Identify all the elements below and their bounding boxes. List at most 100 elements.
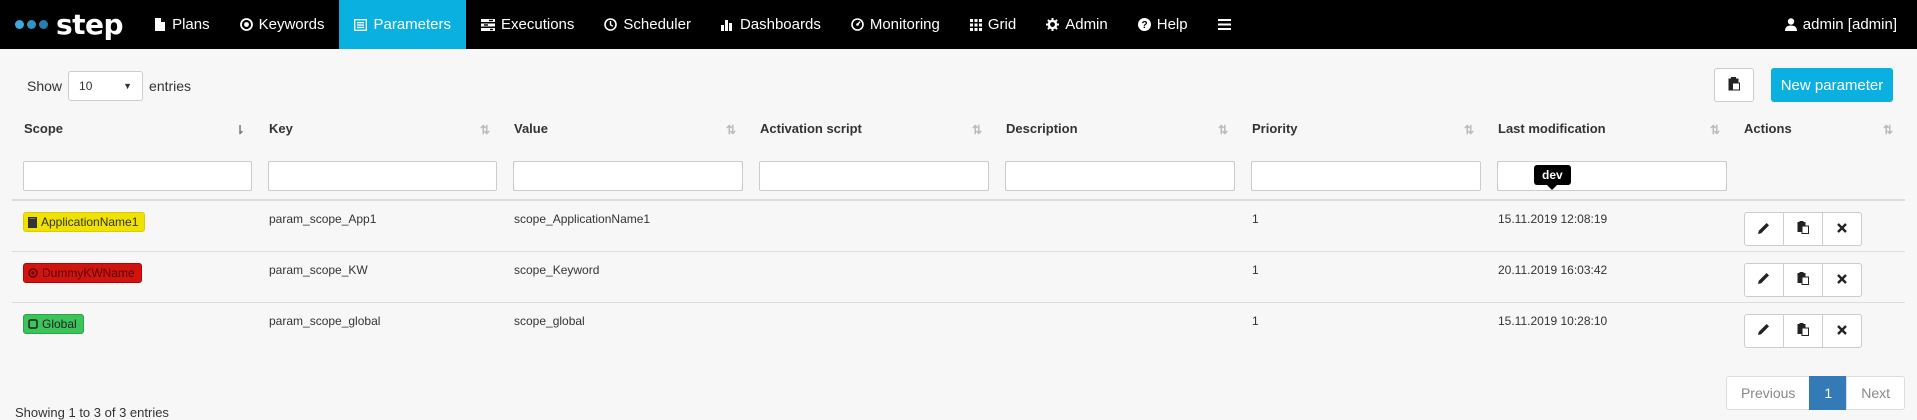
filter-scope-input[interactable] [23, 161, 252, 191]
sort-icon: ⇅ [1709, 123, 1720, 137]
square-icon [28, 318, 38, 329]
scope-badge: DummyKWName [23, 262, 142, 283]
previous-page-button[interactable]: Previous [1725, 376, 1811, 410]
sort-icon: ⇅ [971, 123, 982, 137]
user-name: admin [admin] [1802, 16, 1897, 33]
nav-grid-label: Grid [987, 16, 1017, 33]
bar-chart-icon [720, 19, 734, 31]
edit-button[interactable] [1744, 262, 1784, 297]
nav-admin[interactable]: Admin [1031, 0, 1123, 49]
param-description [994, 301, 1240, 353]
table-controls: Show 10 ▼ entries New parameter [12, 49, 1905, 121]
paste-button[interactable] [1714, 68, 1754, 102]
top-navbar: step Plans Keywords Parameters Execution… [0, 0, 1917, 49]
list-alt-icon [354, 18, 368, 31]
filter-value-input[interactable] [513, 161, 743, 191]
filter-priority-input[interactable] [1251, 161, 1481, 191]
nav-keywords[interactable]: Keywords [225, 0, 340, 49]
menu-icon[interactable] [1203, 0, 1246, 49]
nav-help[interactable]: ? Help [1123, 0, 1203, 49]
filter-key-input[interactable] [268, 161, 497, 191]
col-value-label: Value [514, 121, 548, 136]
nav-plans-label: Plans [172, 16, 210, 33]
scope-label: DummyKWName [42, 265, 135, 280]
sort-icon: ⇅ [1882, 123, 1893, 137]
param-value: scope_ApplicationName1 [502, 199, 748, 251]
nav-grid[interactable]: Grid [955, 0, 1031, 49]
col-description-header[interactable]: Description ⇅ [994, 121, 1240, 145]
main-content: Show 10 ▼ entries New parameter Scope ⇂ K… [0, 49, 1917, 420]
param-activation-script [748, 250, 994, 302]
nav-executions[interactable]: Executions [466, 0, 589, 49]
svg-text:?: ? [1141, 20, 1147, 31]
copy-icon [1797, 271, 1809, 288]
next-page-button[interactable]: Next [1846, 376, 1905, 410]
question-circle-icon: ? [1137, 18, 1151, 31]
table-row: ApplicationName1 param_scope_App1 scope_… [12, 199, 1905, 251]
brand-dots-icon [15, 20, 51, 29]
nav-plans[interactable]: Plans [139, 0, 225, 49]
sort-icon: ⇅ [1463, 123, 1474, 137]
new-parameter-button[interactable]: New parameter [1771, 68, 1893, 102]
show-label: Show [27, 78, 63, 94]
param-key: param_scope_global [257, 301, 502, 353]
param-description [994, 250, 1240, 302]
param-priority: 1 [1240, 250, 1486, 302]
copy-button[interactable] [1783, 212, 1823, 246]
col-activation-header[interactable]: Activation script ⇅ [748, 121, 994, 145]
copy-button[interactable] [1783, 313, 1823, 348]
nav-scheduler[interactable]: Scheduler [589, 0, 706, 49]
col-key-label: Key [269, 121, 293, 136]
col-lastmod-header[interactable]: Last modification ⇅ [1486, 121, 1732, 145]
edit-button[interactable] [1744, 212, 1784, 246]
user-menu[interactable]: admin [admin] [1770, 0, 1917, 49]
filter-row [12, 145, 1905, 200]
page-size-value: 10 [79, 79, 93, 93]
page-size-select[interactable]: 10 ▼ [68, 71, 144, 101]
delete-button[interactable] [1822, 212, 1862, 246]
caret-down-icon: ▼ [123, 81, 133, 91]
param-value: scope_Keyword [502, 250, 748, 302]
col-actions-header[interactable]: Actions ⇅ [1732, 121, 1905, 145]
row-actions [1744, 212, 1895, 246]
col-priority-header[interactable]: Priority ⇅ [1240, 121, 1486, 145]
copy-icon [1797, 322, 1809, 339]
delete-button[interactable] [1822, 262, 1862, 297]
header-row: Scope ⇂ Key ⇅ Value ⇅ Activation script ⇅ De… [12, 121, 1905, 145]
brand-logo[interactable]: step [0, 0, 139, 49]
col-scope-header[interactable]: Scope ⇂ [12, 121, 257, 145]
param-key: param_scope_App1 [257, 199, 502, 251]
param-last-modification: 15.11.2019 10:28:10 [1486, 301, 1732, 353]
nav-admin-label: Admin [1065, 16, 1108, 33]
nav-dashboards[interactable]: Dashboards [706, 0, 836, 49]
filter-description-input[interactable] [1005, 161, 1235, 191]
nav-keywords-label: Keywords [258, 16, 325, 33]
pencil-icon [1758, 272, 1770, 287]
sort-icon: ⇅ [479, 123, 490, 137]
col-activation-label: Activation script [760, 121, 862, 136]
col-key-header[interactable]: Key ⇅ [257, 121, 502, 145]
copy-button[interactable] [1783, 262, 1823, 297]
param-activation-script [748, 199, 994, 251]
sort-icon: ⇅ [1217, 123, 1228, 137]
dot-circle-icon [28, 267, 38, 278]
scope-label: Global [42, 316, 77, 331]
delete-button[interactable] [1822, 313, 1862, 348]
col-value-header[interactable]: Value ⇅ [502, 121, 748, 145]
edit-button[interactable] [1744, 313, 1784, 348]
row-actions [1744, 313, 1895, 348]
nav-parameters[interactable]: Parameters [339, 0, 467, 49]
close-icon [1837, 324, 1847, 338]
close-icon [1837, 273, 1847, 287]
filter-lastmod-input[interactable] [1497, 161, 1727, 191]
nav-dashboards-label: Dashboards [739, 16, 821, 33]
gear-icon [1046, 18, 1060, 31]
scope-badge: ApplicationName1 [23, 212, 146, 232]
nav-monitoring[interactable]: Monitoring [836, 0, 955, 49]
nav-parameters-label: Parameters [373, 16, 452, 33]
grid-icon [969, 18, 982, 31]
scope-badge: Global [23, 313, 84, 334]
brand-name: step [56, 8, 124, 41]
page-1-button[interactable]: 1 [1809, 376, 1848, 410]
filter-activation-input[interactable] [759, 161, 989, 191]
